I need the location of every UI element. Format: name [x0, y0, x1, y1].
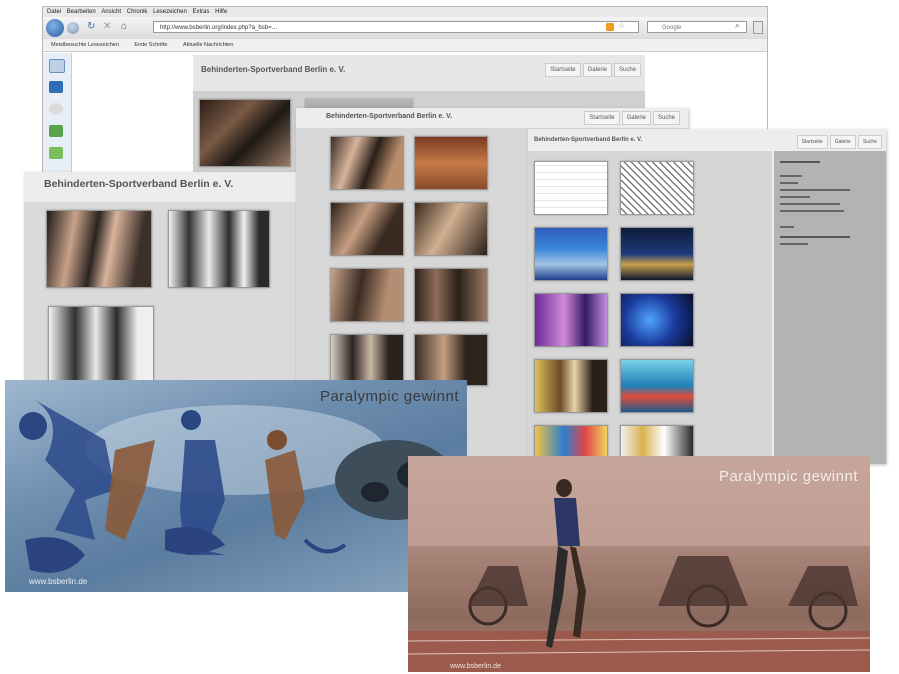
menu-bar: Datei Bearbeiten Ansicht Chronik Lesezei…: [43, 7, 767, 17]
search-icon[interactable]: ⌕: [735, 21, 739, 31]
menu-item-view[interactable]: Ansicht: [101, 9, 121, 15]
site-panel-left: Behinderten-Sportverband Berlin e. V.: [24, 172, 296, 384]
gallery-photo[interactable]: [46, 210, 152, 288]
menu-item-file[interactable]: Datei: [47, 9, 61, 15]
home-icon[interactable]: ⌂: [121, 21, 133, 33]
gallery-photo[interactable]: [330, 268, 404, 322]
gallery-photo[interactable]: [534, 359, 608, 413]
gallery-photo[interactable]: [620, 359, 694, 413]
gallery-photo[interactable]: [414, 136, 488, 190]
bookmark-most-visited[interactable]: Meistbesuchte Lesezeichen: [51, 42, 119, 48]
rss-icon[interactable]: [606, 23, 614, 31]
info-sidebar: [774, 151, 886, 464]
track-poster-art: [408, 456, 870, 672]
nav-gallery[interactable]: Galerie: [582, 63, 612, 77]
poster-footer-url: www.bsberlin.de: [450, 663, 501, 670]
forward-arrow-icon[interactable]: [67, 22, 79, 34]
gallery-photo[interactable]: [620, 161, 694, 215]
gallery-photo[interactable]: [620, 293, 694, 347]
arrow-up-icon[interactable]: [49, 125, 63, 137]
url-bar[interactable]: http://www.bsberlin.org/index.php?a_bsb=…: [153, 21, 639, 33]
menu-item-history[interactable]: Chronik: [127, 9, 148, 15]
swim-poster: Paralympic gewinnt www.bsberlin.de: [5, 380, 467, 592]
site-title: Behinderten-Sportverband Berlin e. V.: [534, 137, 643, 143]
back-arrow-icon[interactable]: [46, 19, 64, 37]
menu-item-edit[interactable]: Bearbeiten: [67, 9, 96, 15]
track-poster: Paralympic gewinnt www.bsberlin.de: [408, 456, 870, 672]
gallery-photo[interactable]: [534, 161, 608, 215]
gallery-photo[interactable]: [48, 306, 154, 384]
star-icon[interactable]: ☆: [618, 21, 625, 30]
nav-home[interactable]: Startseite: [796, 135, 828, 149]
gallery-photo[interactable]: [330, 334, 404, 386]
page-icon[interactable]: [753, 21, 763, 34]
site-panel-right: Behinderten-Sportverband Berlin e. V. St…: [528, 129, 886, 464]
nav-gallery[interactable]: Galerie: [829, 135, 856, 149]
gallery-photo[interactable]: [534, 227, 608, 281]
menu-item-tools[interactable]: Extras: [192, 9, 209, 15]
gallery-photo[interactable]: [330, 136, 404, 190]
site-title: Behinderten-Sportverband Berlin e. V.: [326, 113, 453, 120]
menu-item-help[interactable]: Hilfe: [215, 9, 227, 15]
gallery-photo[interactable]: [168, 210, 270, 288]
globe-icon[interactable]: [49, 103, 63, 115]
photo-icon[interactable]: [49, 81, 63, 93]
bookmark-news[interactable]: Aktuelle Nachrichten: [183, 42, 233, 48]
reload-icon[interactable]: ↻: [87, 22, 97, 32]
nav-home[interactable]: Startseite: [584, 111, 620, 125]
search-input[interactable]: Google: [647, 21, 747, 33]
sidebar-text-lines: [780, 161, 860, 245]
nav-search[interactable]: Suche: [613, 63, 641, 77]
gallery-photo[interactable]: [414, 202, 488, 256]
site-title: Behinderten-Sportverband Berlin e. V.: [44, 178, 234, 190]
stop-icon[interactable]: ✕: [103, 22, 113, 32]
bookmark-getting-started[interactable]: Erste Schritte: [134, 42, 167, 48]
nav-search[interactable]: Suche: [652, 111, 680, 125]
bookmarks-bar: Meistbesuchte Lesezeichen Erste Schritte…: [43, 39, 767, 52]
menu-item-bookmarks[interactable]: Lesezeichen: [153, 9, 187, 15]
poster-headline: Paralympic gewinnt: [319, 388, 459, 405]
site-nav: Startseite Galerie Suche: [543, 63, 641, 77]
image-icon[interactable]: [49, 59, 65, 73]
gallery-photo[interactable]: [534, 293, 608, 347]
gallery-photo[interactable]: [414, 334, 488, 386]
gallery-photo[interactable]: [414, 268, 488, 322]
nav-home[interactable]: Startseite: [545, 63, 581, 77]
site-nav: Startseite Galerie Suche: [582, 111, 680, 125]
nav-search[interactable]: Suche: [857, 135, 882, 149]
gallery-photo[interactable]: [330, 202, 404, 256]
gallery-photo[interactable]: [199, 99, 291, 167]
site-nav: Startseite Galerie Suche: [795, 135, 882, 149]
swim-poster-art: [19, 400, 455, 573]
poster-footer-url: www.bsberlin.de: [29, 577, 88, 586]
nav-gallery[interactable]: Galerie: [621, 111, 651, 125]
gallery-photo[interactable]: [620, 227, 694, 281]
people-icon[interactable]: [49, 147, 63, 159]
site-title: Behinderten-Sportverband Berlin e. V.: [201, 65, 346, 74]
poster-headline: Paralympic gewinnt: [718, 468, 858, 485]
